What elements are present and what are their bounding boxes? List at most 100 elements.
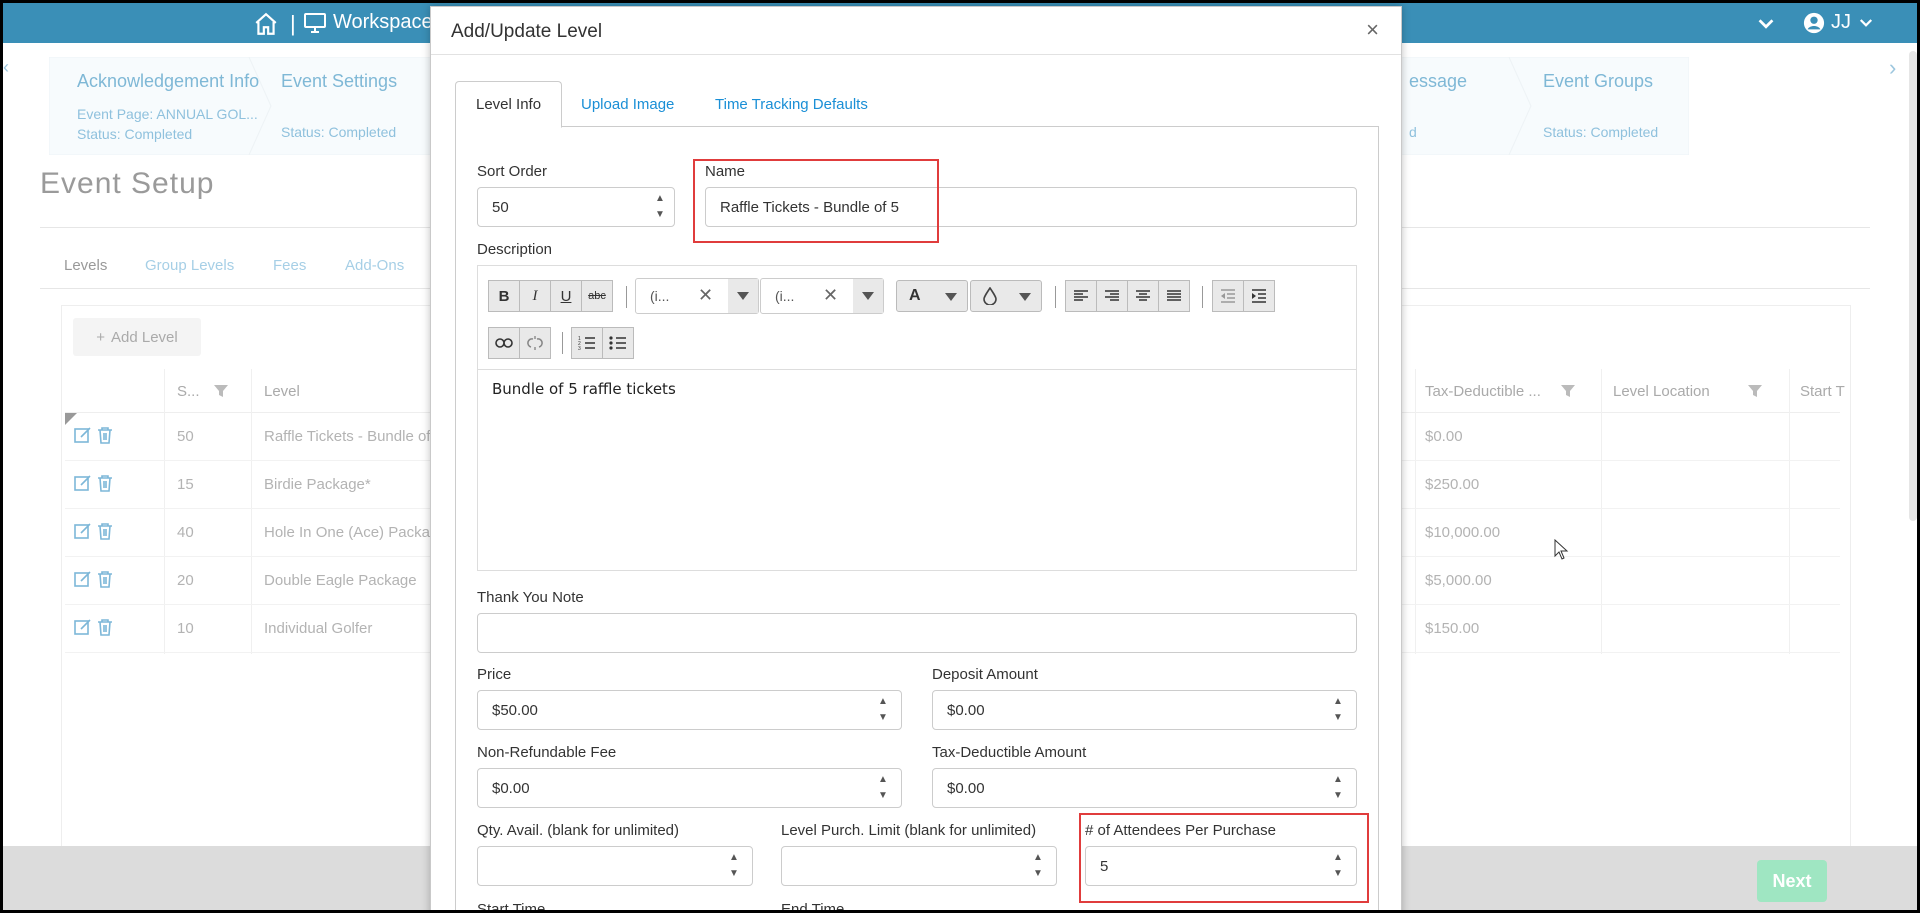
font-size-dropdown[interactable]: (i... ✕ [760, 278, 884, 314]
spin-down-icon[interactable]: ▼ [1333, 711, 1343, 725]
ordered-list-button[interactable]: 123 [571, 327, 603, 359]
chevron-down-icon[interactable] [728, 279, 758, 313]
spin-up-icon[interactable]: ▲ [729, 851, 739, 865]
edit-icon[interactable] [73, 521, 93, 541]
clear-icon[interactable]: ✕ [823, 285, 838, 306]
filter-icon[interactable] [1560, 383, 1576, 399]
insert-link-button[interactable] [488, 327, 520, 359]
strikethrough-button[interactable]: abc [581, 280, 613, 312]
next-button[interactable]: Next [1757, 860, 1827, 902]
thank-you-note-input[interactable] [477, 613, 1357, 653]
steps-next-icon[interactable]: › [1889, 55, 1896, 81]
chevron-down-icon[interactable] [1755, 13, 1777, 35]
workspace-label: Workspace [333, 11, 433, 33]
add-level-label: Add Level [111, 328, 178, 346]
workspace-menu[interactable]: Workspace [303, 11, 433, 34]
spin-down-icon[interactable]: ▼ [729, 867, 739, 881]
tab-levels[interactable]: Levels [64, 257, 107, 274]
spin-up-icon[interactable]: ▲ [878, 773, 888, 787]
level-purch-limit-input[interactable]: ▲ ▼ [781, 846, 1057, 886]
spin-up-icon[interactable]: ▲ [1033, 851, 1043, 865]
trash-icon[interactable] [95, 521, 115, 541]
align-left-button[interactable] [1065, 280, 1097, 312]
bold-button[interactable]: B [488, 280, 520, 312]
ordered-list-icon: 123 [578, 336, 595, 351]
deposit-amount-input[interactable]: $0.00 ▲ ▼ [932, 690, 1357, 730]
column-header-level-location[interactable]: Level Location [1613, 383, 1710, 400]
filter-icon[interactable] [213, 383, 229, 399]
column-header-start-time[interactable]: Start T [1800, 383, 1845, 400]
close-icon[interactable]: × [1366, 17, 1379, 43]
indent-button[interactable] [1243, 280, 1275, 312]
spin-down-icon[interactable]: ▼ [1033, 867, 1043, 881]
chevron-down-icon [945, 293, 957, 301]
trash-icon[interactable] [95, 473, 115, 493]
spinner[interactable]: ▲ ▼ [726, 851, 742, 881]
spin-up-icon[interactable]: ▲ [1333, 773, 1343, 787]
spinner[interactable]: ▲ ▼ [1030, 851, 1046, 881]
non-refundable-fee-input[interactable]: $0.00 ▲ ▼ [477, 768, 902, 808]
step-event-groups[interactable]: Event Groups Status: Completed [1523, 57, 1658, 155]
price-input[interactable]: $50.00 ▲ ▼ [477, 690, 902, 730]
spin-up-icon[interactable]: ▲ [878, 695, 888, 709]
trash-icon[interactable] [95, 425, 115, 445]
italic-button[interactable]: I [519, 280, 551, 312]
underline-button[interactable]: U [550, 280, 582, 312]
edit-icon[interactable] [73, 569, 93, 589]
spin-up-icon[interactable]: ▲ [655, 192, 665, 206]
edit-icon[interactable] [73, 473, 93, 493]
font-color-button[interactable]: A [896, 280, 968, 312]
add-level-button[interactable]: + Add Level [73, 318, 201, 356]
step-acknowledgement-info[interactable]: Acknowledgement Info Event Page: ANNUAL … [57, 57, 259, 155]
column-header-sort[interactable]: S... [177, 383, 200, 400]
spin-down-icon[interactable]: ▼ [655, 208, 665, 222]
description-content[interactable]: Bundle of 5 raffle tickets [492, 380, 676, 398]
row-marker-icon [65, 413, 77, 425]
cell-level: Double Eagle Package [264, 572, 417, 589]
tab-fees[interactable]: Fees [273, 257, 306, 274]
chevron-down-icon[interactable] [853, 279, 883, 313]
spin-down-icon[interactable]: ▼ [878, 789, 888, 803]
trash-icon[interactable] [95, 617, 115, 637]
tax-deductible-amount-label: Tax-Deductible Amount [932, 744, 1087, 761]
tab-time-tracking-defaults[interactable]: Time Tracking Defaults [695, 81, 888, 127]
outdent-button[interactable] [1212, 280, 1244, 312]
remove-link-button[interactable] [519, 327, 551, 359]
spin-up-icon[interactable]: ▲ [1333, 695, 1343, 709]
tab-group-levels[interactable]: Group Levels [145, 257, 234, 274]
spinner[interactable]: ▲ ▼ [1330, 695, 1346, 725]
clear-icon[interactable]: ✕ [698, 285, 713, 306]
tab-level-info[interactable]: Level Info [455, 81, 563, 128]
sort-order-input[interactable]: 50 ▲ ▼ [477, 187, 675, 227]
background-color-button[interactable] [970, 280, 1042, 312]
price-label: Price [477, 666, 512, 683]
align-center-button[interactable] [1127, 280, 1159, 312]
spinner[interactable]: ▲ ▼ [652, 192, 668, 222]
spinner[interactable]: ▲ ▼ [875, 695, 891, 725]
tax-deductible-amount-input[interactable]: $0.00 ▲ ▼ [932, 768, 1357, 808]
align-justify-button[interactable] [1158, 280, 1190, 312]
edit-icon[interactable] [73, 617, 93, 637]
trash-icon[interactable] [95, 569, 115, 589]
bullet-list-button[interactable] [602, 327, 634, 359]
column-header-tax-deductible[interactable]: Tax-Deductible ... [1425, 383, 1541, 400]
user-menu[interactable]: JJ [1803, 11, 1875, 34]
home-icon[interactable] [253, 11, 279, 37]
steps-prev-icon[interactable]: ‹ [3, 57, 9, 78]
column-header-level[interactable]: Level [264, 383, 300, 400]
spin-down-icon[interactable]: ▼ [1333, 789, 1343, 803]
tab-add-ons[interactable]: Add-Ons [345, 257, 404, 274]
edit-icon[interactable] [73, 425, 93, 445]
page-scrollbar[interactable] [1909, 51, 1917, 521]
cell-sort: 40 [177, 524, 194, 541]
tab-upload-image[interactable]: Upload Image [561, 81, 694, 127]
font-family-dropdown[interactable]: (i... ✕ [635, 278, 759, 314]
spinner[interactable]: ▲ ▼ [875, 773, 891, 803]
qty-avail-input[interactable]: ▲ ▼ [477, 846, 753, 886]
bullet-list-icon [609, 336, 626, 350]
spinner[interactable]: ▲ ▼ [1330, 773, 1346, 803]
spin-down-icon[interactable]: ▼ [878, 711, 888, 725]
filter-icon[interactable] [1747, 383, 1763, 399]
align-right-button[interactable] [1096, 280, 1128, 312]
step-event-settings[interactable]: Event Settings Status: Completed [261, 57, 397, 155]
